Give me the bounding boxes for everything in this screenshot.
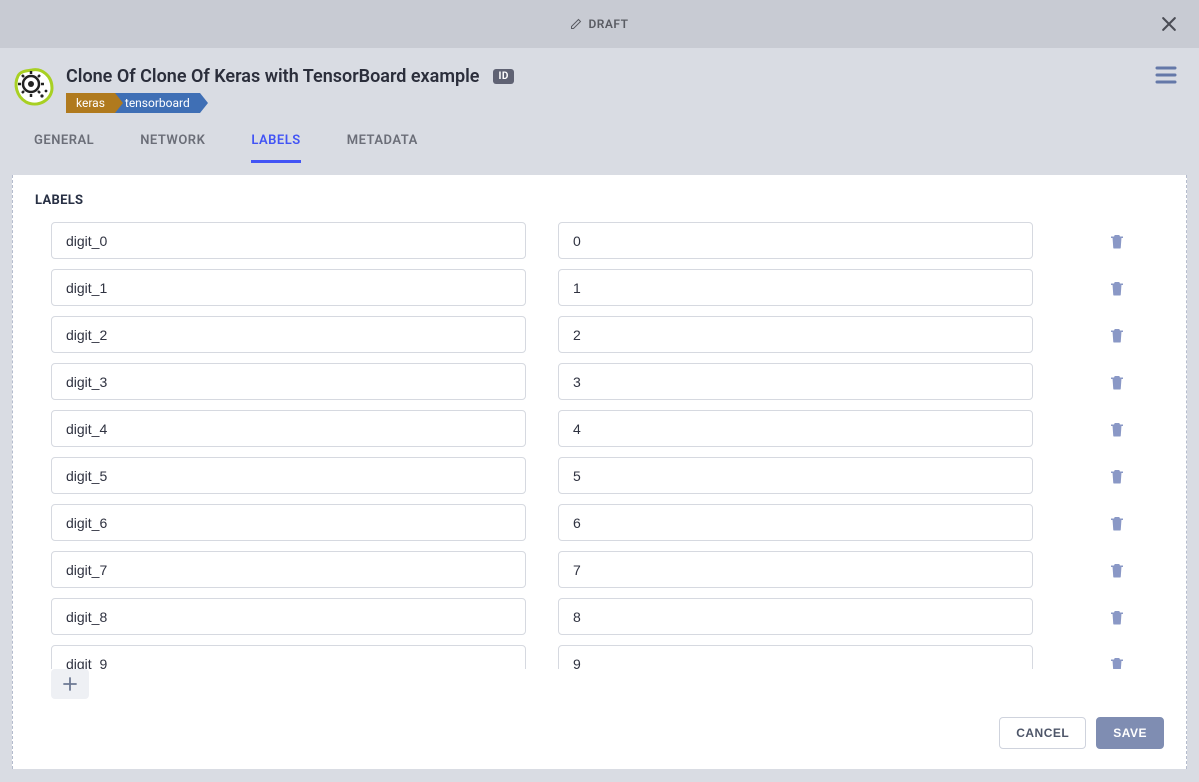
label-value-input[interactable] [558, 551, 1033, 588]
trash-icon [1108, 326, 1126, 344]
gear-blob-icon [12, 66, 54, 108]
label-row [35, 457, 1164, 494]
draft-label-text: DRAFT [588, 17, 628, 31]
trash-icon [1108, 514, 1126, 532]
section-title: LABELS [35, 193, 1164, 208]
tab-labels[interactable]: LABELS [251, 133, 300, 163]
label-row [35, 645, 1164, 669]
trash-icon [1108, 561, 1126, 579]
plus-icon [63, 677, 77, 691]
label-value-input[interactable] [558, 598, 1033, 635]
label-key-input[interactable] [51, 457, 526, 494]
label-row [35, 269, 1164, 306]
draft-bar: DRAFT [0, 0, 1199, 48]
delete-label-button[interactable] [1106, 606, 1128, 628]
delete-label-button[interactable] [1106, 653, 1128, 670]
label-row [35, 551, 1164, 588]
model-icon [12, 66, 54, 108]
trash-icon [1108, 420, 1126, 438]
label-key-input[interactable] [51, 551, 526, 588]
label-row [35, 504, 1164, 541]
label-value-input[interactable] [558, 645, 1033, 669]
labels-list [35, 222, 1164, 669]
trash-icon [1108, 608, 1126, 626]
footer-actions: CANCEL SAVE [35, 717, 1164, 749]
header: Clone Of Clone Of Keras with TensorBoard… [0, 48, 1199, 163]
add-label-button[interactable] [51, 669, 89, 699]
label-value-input[interactable] [558, 504, 1033, 541]
label-value-input[interactable] [558, 457, 1033, 494]
trash-icon [1108, 467, 1126, 485]
label-key-input[interactable] [51, 645, 526, 669]
delete-label-button[interactable] [1106, 230, 1128, 252]
label-row [35, 316, 1164, 353]
tab-metadata[interactable]: METADATA [347, 133, 418, 163]
delete-label-button[interactable] [1106, 277, 1128, 299]
id-badge[interactable]: ID [493, 69, 513, 84]
delete-label-button[interactable] [1106, 324, 1128, 346]
label-value-input[interactable] [558, 410, 1033, 447]
label-key-input[interactable] [51, 410, 526, 447]
draft-status: DRAFT [570, 17, 628, 31]
cancel-button[interactable]: CANCEL [999, 717, 1086, 749]
label-key-input[interactable] [51, 504, 526, 541]
tab-network[interactable]: NETWORK [140, 133, 205, 163]
delete-label-button[interactable] [1106, 465, 1128, 487]
trash-icon [1108, 279, 1126, 297]
label-key-input[interactable] [51, 222, 526, 259]
label-row [35, 222, 1164, 259]
label-key-input[interactable] [51, 316, 526, 353]
label-key-input[interactable] [51, 598, 526, 635]
labels-panel: LABELS CANCEL SAVE [12, 175, 1187, 769]
close-button[interactable] [1159, 14, 1179, 34]
delete-label-button[interactable] [1106, 559, 1128, 581]
delete-label-button[interactable] [1106, 512, 1128, 534]
label-value-input[interactable] [558, 316, 1033, 353]
close-icon [1159, 14, 1179, 34]
menu-button[interactable] [1155, 66, 1177, 84]
label-key-input[interactable] [51, 363, 526, 400]
label-value-input[interactable] [558, 222, 1033, 259]
trash-icon [1108, 232, 1126, 250]
label-row [35, 363, 1164, 400]
tab-general[interactable]: GENERAL [34, 133, 94, 163]
pencil-icon [570, 18, 582, 30]
save-button[interactable]: SAVE [1096, 717, 1164, 749]
tags: keras tensorboard [66, 93, 514, 113]
label-key-input[interactable] [51, 269, 526, 306]
tag-keras[interactable]: keras [66, 93, 115, 113]
label-value-input[interactable] [558, 363, 1033, 400]
delete-label-button[interactable] [1106, 418, 1128, 440]
tabs: GENERAL NETWORK LABELS METADATA [12, 113, 1187, 163]
label-value-input[interactable] [558, 269, 1033, 306]
page-title: Clone Of Clone Of Keras with TensorBoard… [66, 66, 479, 87]
label-row [35, 410, 1164, 447]
trash-icon [1108, 373, 1126, 391]
delete-label-button[interactable] [1106, 371, 1128, 393]
hamburger-icon [1155, 66, 1177, 84]
label-row [35, 598, 1164, 635]
trash-icon [1108, 655, 1126, 670]
